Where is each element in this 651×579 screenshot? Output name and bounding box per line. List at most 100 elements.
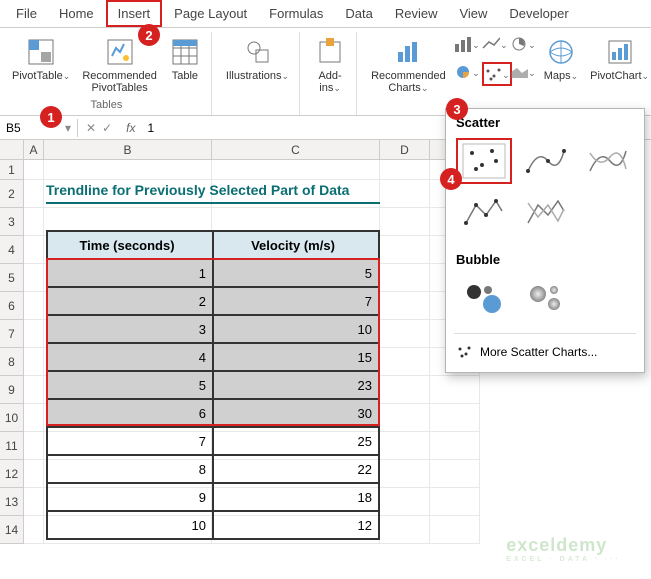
cell[interactable] [24,292,44,320]
cell-velocity[interactable]: 25 [213,427,379,455]
cell-time[interactable]: 2 [47,287,213,315]
chart-line-button[interactable] [482,34,508,54]
cell[interactable] [24,432,44,460]
row-header[interactable]: 11 [0,432,24,460]
tab-review[interactable]: Review [385,2,448,25]
illustrations-button[interactable]: Illustrations [222,34,293,84]
cell[interactable] [24,348,44,376]
select-all-corner[interactable] [0,140,24,160]
cell[interactable] [380,432,430,460]
cell-velocity[interactable]: 30 [213,399,379,427]
row-header[interactable]: 7 [0,320,24,348]
tab-home[interactable]: Home [49,2,104,25]
cell-velocity[interactable]: 7 [213,287,379,315]
cell[interactable] [380,460,430,488]
tab-formulas[interactable]: Formulas [259,2,333,25]
col-header-d[interactable]: D [380,140,430,160]
row-header[interactable]: 3 [0,208,24,236]
cell[interactable] [24,320,44,348]
cell[interactable] [430,376,480,404]
cell[interactable] [24,180,44,208]
table-button[interactable]: Table [165,34,205,84]
cell-time[interactable]: 5 [47,371,213,399]
row-header[interactable]: 1 [0,160,24,180]
cell[interactable] [380,376,430,404]
cell-time[interactable]: 10 [47,511,213,539]
row-header[interactable]: 12 [0,460,24,488]
fx-icon[interactable]: fx [120,121,141,135]
row-header[interactable]: 10 [0,404,24,432]
chart-scatter-button[interactable] [482,62,512,86]
cell[interactable] [24,404,44,432]
cell-time[interactable]: 1 [47,259,213,287]
row-header[interactable]: 5 [0,264,24,292]
cell[interactable] [380,516,430,544]
row-header[interactable]: 6 [0,292,24,320]
cell-velocity[interactable]: 10 [213,315,379,343]
cell[interactable] [24,208,44,236]
formula-bar[interactable]: 1 [141,121,160,135]
chart-pie2-button[interactable] [454,62,480,82]
pivotchart-button[interactable]: PivotChart [586,34,651,84]
cell[interactable] [44,160,212,180]
cell[interactable] [24,376,44,404]
cell[interactable] [380,404,430,432]
cell[interactable] [380,264,430,292]
cell-velocity[interactable]: 15 [213,343,379,371]
maps-button[interactable]: Maps [540,34,582,84]
cell[interactable] [430,432,480,460]
scatter-markers-only[interactable] [456,138,512,184]
addins-button[interactable]: Add- ins [310,34,350,96]
cancel-icon[interactable]: ✕ [86,121,96,135]
cell[interactable] [380,160,430,180]
cell[interactable] [380,208,430,236]
cell[interactable] [24,488,44,516]
cell[interactable] [380,488,430,516]
tab-developer[interactable]: Developer [499,2,578,25]
tab-page-layout[interactable]: Page Layout [164,2,257,25]
chart-pie-button[interactable] [510,34,536,54]
cell[interactable] [24,460,44,488]
col-header-b[interactable]: B [44,140,212,160]
more-scatter-charts[interactable]: More Scatter Charts... [446,336,644,368]
scatter-straight-lines-markers[interactable] [456,190,512,236]
cell-velocity[interactable]: 12 [213,511,379,539]
cell[interactable] [430,488,480,516]
row-header[interactable]: 13 [0,488,24,516]
tab-data[interactable]: Data [335,2,382,25]
cell[interactable] [24,160,44,180]
cell-velocity[interactable]: 23 [213,371,379,399]
cell-velocity[interactable]: 5 [213,259,379,287]
cell-time[interactable]: 6 [47,399,213,427]
pivottable-button[interactable]: PivotTable [8,34,74,84]
tab-insert[interactable]: Insert [106,0,163,27]
row-header[interactable]: 4 [0,236,24,264]
tab-file[interactable]: File [6,2,47,25]
row-header[interactable]: 8 [0,348,24,376]
cell[interactable] [24,236,44,264]
cell-time[interactable]: 7 [47,427,213,455]
row-header[interactable]: 2 [0,180,24,208]
cell-time[interactable]: 4 [47,343,213,371]
cell-velocity[interactable]: 22 [213,455,379,483]
bubble-3d[interactable] [518,275,574,321]
cell-time[interactable]: 3 [47,315,213,343]
cell[interactable] [24,264,44,292]
cell-time[interactable]: 8 [47,455,213,483]
cell[interactable] [24,516,44,544]
enter-icon[interactable]: ✓ [102,121,112,135]
scatter-smooth-lines[interactable] [580,138,636,184]
scatter-straight-lines[interactable] [518,190,574,236]
col-header-c[interactable]: C [212,140,380,160]
cell-time[interactable]: 9 [47,483,213,511]
cell[interactable] [380,180,430,208]
cell[interactable] [380,292,430,320]
cell[interactable] [212,160,380,180]
recommended-charts-button[interactable]: Recommended Charts [367,34,450,96]
name-box[interactable]: B5 ▾ [0,119,78,137]
chart-column-button[interactable] [454,34,480,54]
cell[interactable] [380,348,430,376]
scatter-smooth-lines-markers[interactable] [518,138,574,184]
cell[interactable] [430,404,480,432]
col-header-a[interactable]: A [24,140,44,160]
